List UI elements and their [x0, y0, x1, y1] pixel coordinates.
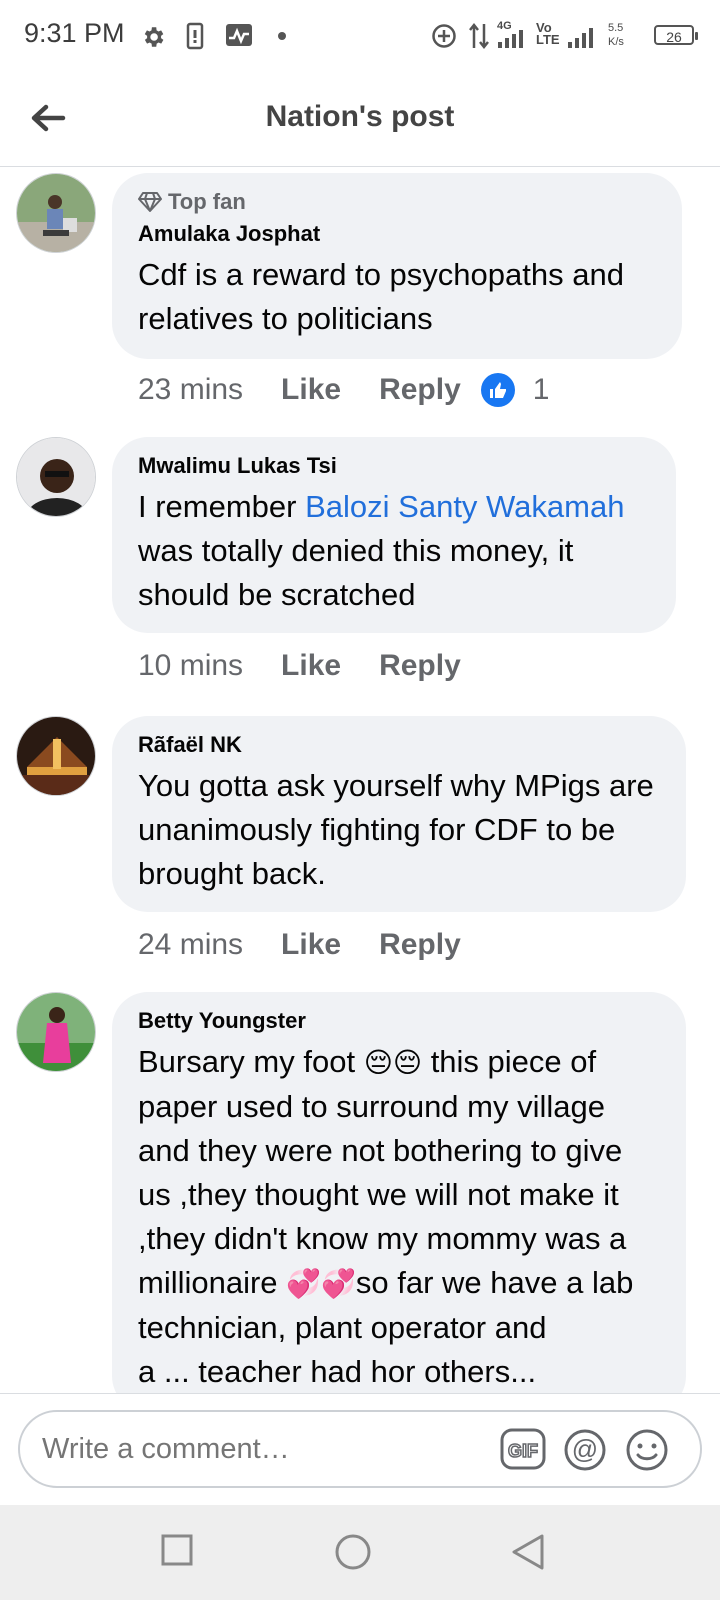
- comments-list[interactable]: Top fan Amulaka Josphat Cdf is a reward …: [0, 167, 720, 1393]
- diamond-icon: [138, 192, 162, 212]
- comment-author[interactable]: Amulaka Josphat: [138, 221, 656, 247]
- back-triangle-icon[interactable]: [510, 1533, 546, 1571]
- volte-label: Vo LTE: [536, 20, 560, 47]
- svg-text:@: @: [572, 1434, 598, 1464]
- comment-bubble[interactable]: Betty Youngster Bursary my foot 😔😔 this …: [112, 992, 686, 1393]
- home-circle-icon[interactable]: [334, 1533, 372, 1571]
- system-nav-bar: [0, 1505, 720, 1600]
- comment-bubble[interactable]: Rãfaël NK You gotta ask yourself why MPi…: [112, 716, 686, 912]
- like-button[interactable]: Like: [281, 373, 341, 407]
- comment-text-part: this piece of paper used to surround my …: [138, 1044, 627, 1300]
- page-title: Nation's post: [265, 100, 455, 133]
- reaction-count: 1: [532, 373, 550, 406]
- like-button[interactable]: Like: [281, 928, 341, 962]
- comment-actions: 10 mins Like Reply: [138, 649, 499, 683]
- dot-icon: [278, 32, 286, 40]
- avatar[interactable]: [16, 173, 96, 253]
- avatar[interactable]: [16, 992, 96, 1072]
- comment-text-part: I remember: [138, 489, 306, 524]
- emoji-icon[interactable]: [625, 1428, 669, 1472]
- comment-actions: 24 mins Like Reply: [138, 928, 499, 962]
- avatar-photo: [17, 717, 95, 795]
- svg-text:GIF: GIF: [508, 1441, 538, 1461]
- like-button[interactable]: Like: [281, 649, 341, 683]
- status-bar: 9:31 PM 4G Vo LTE 5.5 K/s 26: [0, 0, 720, 72]
- comment-text: Bursary my foot 😔😔 this piece of paper u…: [138, 1040, 660, 1393]
- comment-text: Cdf is a reward to psychopaths and relat…: [138, 257, 624, 336]
- settings-icon: [144, 27, 164, 47]
- avatar-photo: [17, 174, 95, 252]
- sim-icon: [186, 22, 204, 50]
- comment-time[interactable]: 10 mins: [138, 649, 243, 683]
- avatar[interactable]: [16, 437, 96, 517]
- speed-unit: K/s: [608, 36, 624, 48]
- comment-actions: 23 mins Like Reply 1: [138, 373, 549, 407]
- at-mention-icon[interactable]: @: [563, 1428, 607, 1472]
- comment-text-part: was totally denied this money, it should…: [138, 533, 574, 612]
- badge-label: Top fan: [168, 189, 246, 214]
- comment-composer: GIF @: [0, 1393, 720, 1506]
- comment-author[interactable]: Mwalimu Lukas Tsi: [138, 453, 650, 479]
- top-fan-badge: Top fan: [138, 189, 656, 215]
- comment-author[interactable]: Betty Youngster: [138, 1008, 660, 1034]
- recents-square-icon[interactable]: [160, 1533, 194, 1567]
- battery-icon: 26: [654, 25, 698, 45]
- data-arrows-icon: [469, 22, 489, 50]
- reaction-summary[interactable]: 1: [480, 373, 550, 407]
- reply-button[interactable]: Reply: [379, 373, 461, 407]
- activity-icon: [226, 24, 252, 46]
- comment-time[interactable]: 23 mins: [138, 373, 243, 407]
- app-header: Nation's post: [0, 72, 720, 167]
- comment-author[interactable]: Rãfaël NK: [138, 732, 660, 758]
- reply-button[interactable]: Reply: [379, 649, 461, 683]
- comment-time[interactable]: 24 mins: [138, 928, 243, 962]
- data-saver-icon: [432, 24, 456, 48]
- mention-link[interactable]: Balozi Santy Wakamah: [305, 489, 624, 524]
- comment-text-cut: a ... teacher had hor others...: [138, 1354, 537, 1389]
- avatar-photo: [17, 438, 95, 516]
- pensive-emoji: 😔😔: [363, 1046, 423, 1079]
- gif-icon[interactable]: GIF: [500, 1428, 546, 1470]
- avatar[interactable]: [16, 716, 96, 796]
- signal-icon: [568, 28, 593, 48]
- status-time: 9:31 PM: [24, 18, 125, 48]
- comment-text: I remember Balozi Santy Wakamah was tota…: [138, 485, 650, 617]
- revolving-hearts-emoji: 💞💞: [286, 1267, 356, 1300]
- comment-bubble[interactable]: Mwalimu Lukas Tsi I remember Balozi Sant…: [112, 437, 676, 633]
- reply-button[interactable]: Reply: [379, 928, 461, 962]
- comment-bubble[interactable]: Top fan Amulaka Josphat Cdf is a reward …: [112, 173, 682, 359]
- avatar-photo: [17, 993, 95, 1071]
- comment-text-part: Bursary my foot: [138, 1044, 364, 1079]
- comment-text: You gotta ask yourself why MPigs are una…: [138, 768, 654, 891]
- signal-icon: [498, 30, 523, 48]
- speed-value: 5.5: [608, 22, 624, 34]
- thumbs-up-icon: [480, 373, 515, 407]
